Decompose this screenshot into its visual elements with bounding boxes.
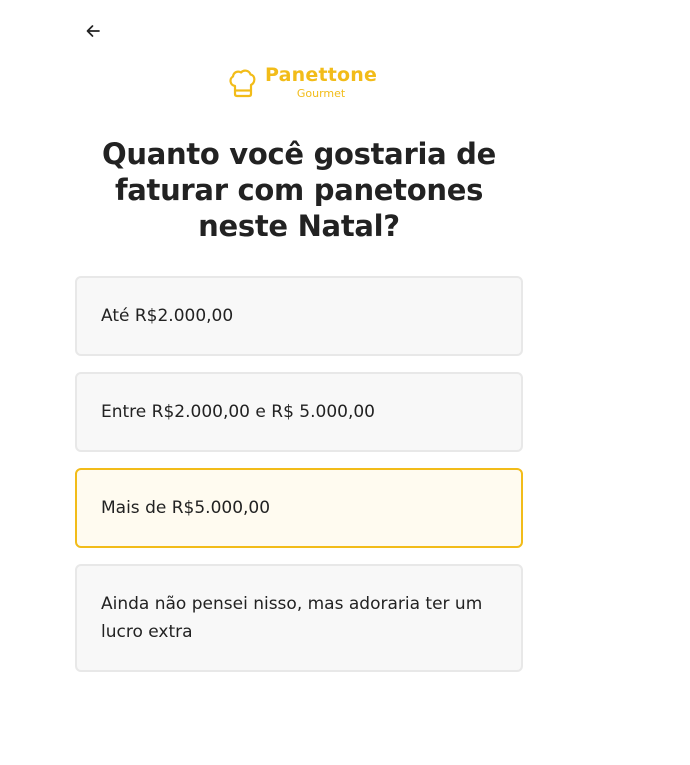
back-button[interactable] — [80, 18, 106, 44]
option-up-to-2000[interactable]: Até R$2.000,00 — [75, 276, 523, 356]
logo-title: Panettone — [265, 64, 378, 86]
option-over-5000[interactable]: Mais de R$5.000,00 — [75, 468, 523, 548]
answer-options: Até R$2.000,00 Entre R$2.000,00 e R$ 5.0… — [75, 276, 523, 672]
question-title: Quanto você gostaria de faturar com pane… — [102, 137, 496, 243]
quiz-page: Panettone Gourmet Quanto você gostaria d… — [0, 0, 690, 765]
chef-hat-icon — [229, 69, 256, 97]
option-label: Mais de R$5.000,00 — [101, 498, 271, 518]
option-2000-to-5000[interactable]: Entre R$2.000,00 e R$ 5.000,00 — [75, 372, 523, 452]
option-not-thought-yet[interactable]: Ainda não pensei nisso, mas adoraria ter… — [75, 564, 523, 672]
option-label: Até R$2.000,00 — [101, 306, 234, 326]
option-label: Ainda não pensei nisso, mas adoraria ter… — [101, 594, 483, 642]
option-label: Entre R$2.000,00 e R$ 5.000,00 — [101, 402, 375, 422]
arrow-left-icon — [86, 25, 100, 37]
brand-logo: Panettone Gourmet — [227, 66, 377, 99]
logo-subtitle: Gourmet — [296, 87, 346, 100]
logo-text: Panettone Gourmet — [265, 64, 378, 100]
